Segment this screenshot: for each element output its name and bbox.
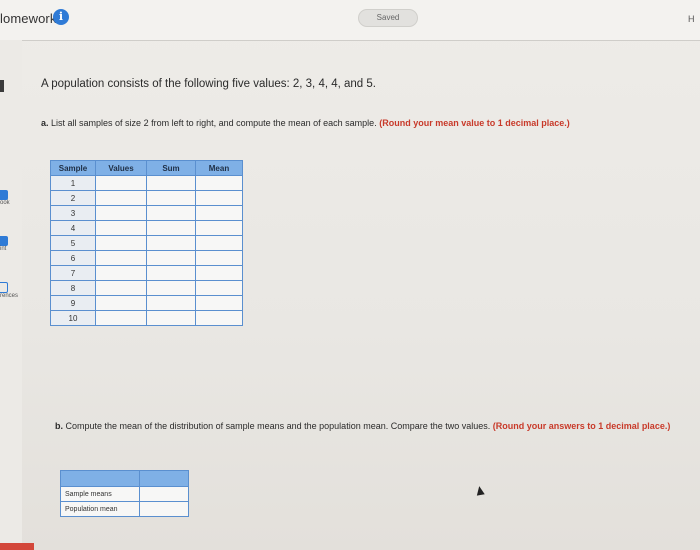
sidebar-item-references[interactable]: rences: [0, 282, 22, 299]
book-icon: [0, 190, 8, 200]
sum-input[interactable]: [146, 235, 196, 251]
table-row: 1: [50, 175, 243, 191]
table-row: 10: [50, 310, 243, 326]
table-row: Population mean: [60, 501, 189, 517]
saved-status-badge: Saved: [358, 9, 418, 27]
sidebar: ook int rences: [0, 40, 22, 550]
mean-input[interactable]: [195, 265, 243, 281]
samples-table: Sample Values Sum Mean 1 2 3 4 5 6 7 8 9 10: [50, 160, 243, 326]
table-row: 7: [50, 265, 243, 281]
sum-input[interactable]: [146, 220, 196, 236]
part-b-text: Compute the mean of the distribution of …: [65, 421, 491, 431]
table-row: 8: [50, 280, 243, 296]
mean-input[interactable]: [195, 205, 243, 221]
values-input[interactable]: [95, 175, 147, 191]
sidebar-marker: [0, 80, 4, 92]
sum-input[interactable]: [146, 190, 196, 206]
mean-input[interactable]: [195, 190, 243, 206]
mouse-cursor-icon: [475, 485, 485, 496]
sample-means-input[interactable]: [139, 486, 189, 502]
means-table: Sample means Population mean: [60, 470, 189, 517]
values-input[interactable]: [95, 205, 147, 221]
sum-input[interactable]: [146, 295, 196, 311]
means-table-header: [139, 470, 189, 487]
bottom-accent-bar: [0, 543, 34, 550]
mean-input[interactable]: [195, 235, 243, 251]
sample-number-cell: 1: [50, 175, 96, 191]
values-input[interactable]: [95, 190, 147, 206]
sample-number-cell: 9: [50, 295, 96, 311]
sidebar-item-label: ook: [0, 200, 10, 206]
sidebar-item-label: int: [0, 246, 7, 252]
sample-number-cell: 8: [50, 280, 96, 296]
table-row: 3: [50, 205, 243, 221]
sum-input[interactable]: [146, 250, 196, 266]
column-header-values: Values: [95, 160, 147, 176]
table-row: 6: [50, 250, 243, 266]
part-a-note: (Round your mean value to 1 decimal plac…: [379, 118, 570, 128]
sidebar-item-print[interactable]: int: [0, 236, 22, 252]
values-input[interactable]: [95, 295, 147, 311]
header-corner-label[interactable]: H: [688, 14, 695, 24]
sum-input[interactable]: [146, 175, 196, 191]
sample-number-cell: 4: [50, 220, 96, 236]
sample-number-cell: 7: [50, 265, 96, 281]
values-input[interactable]: [95, 235, 147, 251]
info-icon[interactable]: i: [53, 9, 69, 25]
table-row: 4: [50, 220, 243, 236]
part-a-text: List all samples of size 2 from left to …: [51, 118, 377, 128]
mean-input[interactable]: [195, 295, 243, 311]
sum-input[interactable]: [146, 280, 196, 296]
print-icon: [0, 236, 8, 246]
sidebar-item-ebook[interactable]: ook: [0, 190, 22, 206]
sample-means-label: Sample means: [60, 486, 140, 502]
part-a-label: a.: [41, 118, 49, 128]
mean-input[interactable]: [195, 175, 243, 191]
table-row: Sample means: [60, 486, 189, 502]
sample-number-cell: 10: [50, 310, 96, 326]
part-b-note: (Round your answers to 1 decimal place.): [492, 421, 671, 431]
column-header-sample: Sample: [50, 160, 96, 176]
sum-input[interactable]: [146, 310, 196, 326]
table-row: 9: [50, 295, 243, 311]
population-mean-label: Population mean: [60, 501, 140, 517]
references-icon: [0, 282, 8, 293]
values-input[interactable]: [95, 310, 147, 326]
column-header-mean: Mean: [195, 160, 243, 176]
page-title: lomework: [0, 11, 57, 26]
column-header-sum: Sum: [146, 160, 196, 176]
sample-number-cell: 3: [50, 205, 96, 221]
values-input[interactable]: [95, 220, 147, 236]
problem-statement: A population consists of the following f…: [41, 78, 376, 90]
part-a-instructions: a. List all samples of size 2 from left …: [41, 118, 570, 128]
values-input[interactable]: [95, 250, 147, 266]
values-input[interactable]: [95, 265, 147, 281]
sample-number-cell: 6: [50, 250, 96, 266]
sidebar-item-label: rences: [0, 293, 19, 299]
sample-number-cell: 2: [50, 190, 96, 206]
mean-input[interactable]: [195, 310, 243, 326]
population-mean-input[interactable]: [139, 501, 189, 517]
mean-input[interactable]: [195, 250, 243, 266]
means-table-header: [60, 470, 140, 487]
part-b-label: b.: [55, 421, 63, 431]
top-bar: lomework i Saved H: [0, 0, 700, 41]
table-row: 5: [50, 235, 243, 251]
sum-input[interactable]: [146, 265, 196, 281]
mean-input[interactable]: [195, 280, 243, 296]
sum-input[interactable]: [146, 205, 196, 221]
page: lomework i Saved H ook int rences A popu…: [0, 0, 700, 550]
values-input[interactable]: [95, 280, 147, 296]
mean-input[interactable]: [195, 220, 243, 236]
table-row: 2: [50, 190, 243, 206]
part-b-instructions: b. Compute the mean of the distribution …: [55, 420, 685, 432]
sample-number-cell: 5: [50, 235, 96, 251]
